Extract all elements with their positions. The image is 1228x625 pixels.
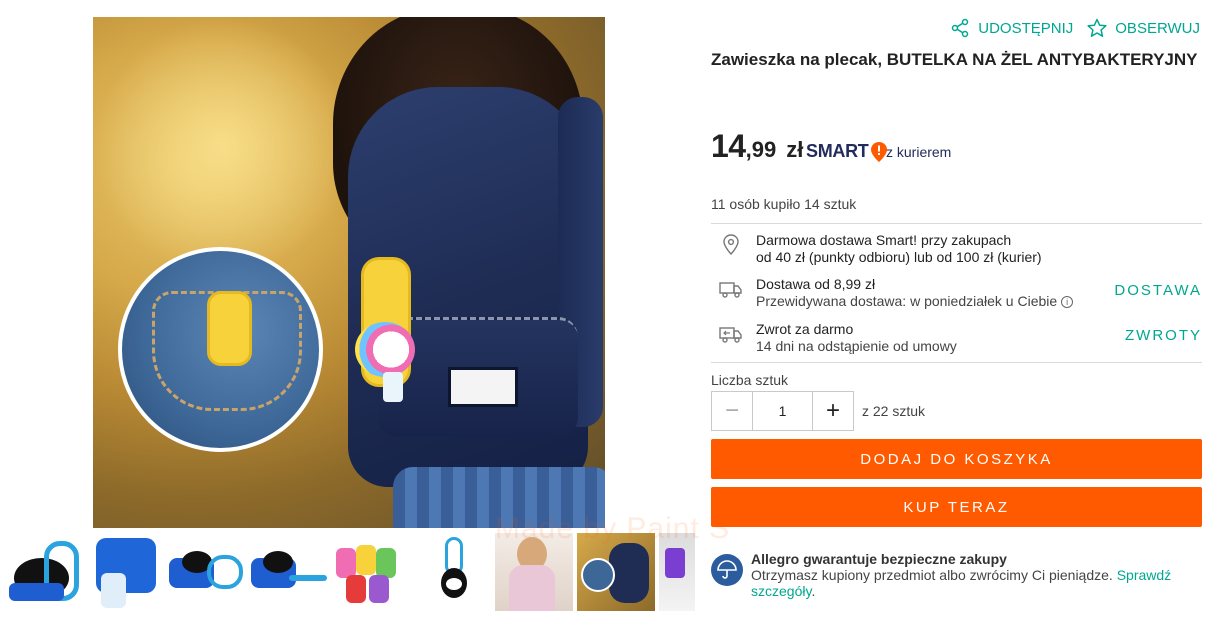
courier-label: z kurierem xyxy=(886,144,952,160)
free-delivery-line2: od 40 zł (punkty odbioru) lub od 100 zł … xyxy=(756,249,1042,265)
smart-pin-icon xyxy=(870,141,887,162)
thumbnail-5[interactable] xyxy=(331,533,409,611)
delivery-link[interactable]: DOSTAWA xyxy=(1114,282,1202,299)
observe-button[interactable]: OBSERWUJ xyxy=(1087,18,1200,38)
quantity-increase-button[interactable]: + xyxy=(813,392,853,430)
thumbnail-6[interactable] xyxy=(413,533,491,611)
divider xyxy=(711,362,1202,363)
price: 14,99 zł xyxy=(711,128,803,165)
add-to-cart-button[interactable]: DODAJ DO KOSZYKA xyxy=(711,439,1202,479)
thumbnail-3[interactable] xyxy=(167,533,245,611)
share-button[interactable]: UDOSTĘPNIJ xyxy=(950,18,1073,38)
umbrella-icon xyxy=(711,554,743,586)
guarantee-text: Otrzymasz kupiony przedmiot albo zwrócim… xyxy=(751,567,1172,599)
photo-gel-bottle xyxy=(383,372,403,402)
quantity-input[interactable]: 1 xyxy=(752,392,813,430)
thumbnail-4[interactable] xyxy=(249,533,327,611)
thumbnail-2[interactable] xyxy=(86,533,164,611)
delivery-estimate: Przewidywana dostawa: w poniedziałek u C… xyxy=(756,293,1058,309)
divider xyxy=(711,223,1202,224)
star-icon xyxy=(1087,18,1107,37)
location-pin-icon xyxy=(723,234,739,256)
returns-row: Zwrot za darmo 14 dni na odstąpienie od … xyxy=(711,321,1202,357)
thumbnail-1[interactable] xyxy=(4,533,82,611)
smart-badge: SMART xyxy=(806,141,887,162)
truck-icon xyxy=(719,282,742,298)
quantity-label: Liczba sztuk xyxy=(711,372,789,388)
price-currency: zł xyxy=(786,137,804,162)
photo-unicorn-charm xyxy=(355,322,415,377)
info-icon[interactable]: i xyxy=(1061,296,1074,309)
main-product-image[interactable] xyxy=(93,17,605,528)
buy-now-button[interactable]: KUP TERAZ xyxy=(711,487,1202,527)
returns-link[interactable]: ZWROTY xyxy=(1125,327,1202,344)
delivery-cost-row: Dostawa od 8,99 zł Przewidywana dostawa:… xyxy=(711,276,1202,312)
observe-label: OBSERWUJ xyxy=(1115,19,1200,37)
photo-jeans-inset xyxy=(118,247,323,452)
product-title: Zawieszka na plecak, BUTELKA NA ŻEL ANTY… xyxy=(711,50,1198,69)
guarantee-title: Allegro gwarantuje bezpieczne zakupy xyxy=(751,551,1007,567)
inset-bottle-holder xyxy=(207,291,252,366)
sold-count: 11 osób kupiło 14 sztuk xyxy=(711,196,857,212)
return-title: Zwrot za darmo xyxy=(756,321,854,337)
quantity-available: z 22 sztuk xyxy=(862,403,926,419)
share-observe-bar: UDOSTĘPNIJ OBSERWUJ xyxy=(950,18,1200,38)
quantity-stepper: − 1 + xyxy=(711,391,854,431)
share-icon xyxy=(952,18,969,38)
smart-label: SMART xyxy=(806,141,869,161)
delivery-cost: Dostawa od 8,99 zł xyxy=(756,276,876,292)
photo-background xyxy=(93,17,353,277)
watermark: Made by Paint S xyxy=(495,512,731,545)
free-delivery-line1: Darmowa dostawa Smart! przy zakupach xyxy=(756,232,1012,248)
return-truck-icon xyxy=(719,327,742,343)
quantity-decrease-button[interactable]: − xyxy=(712,392,752,430)
price-integer: 14,99 xyxy=(711,128,777,164)
share-label: UDOSTĘPNIJ xyxy=(978,19,1074,37)
return-period: 14 dni na odstąpienie od umowy xyxy=(756,338,957,354)
free-delivery-row: Darmowa dostawa Smart! przy zakupach od … xyxy=(711,232,1202,268)
photo-name-tag xyxy=(448,367,518,407)
